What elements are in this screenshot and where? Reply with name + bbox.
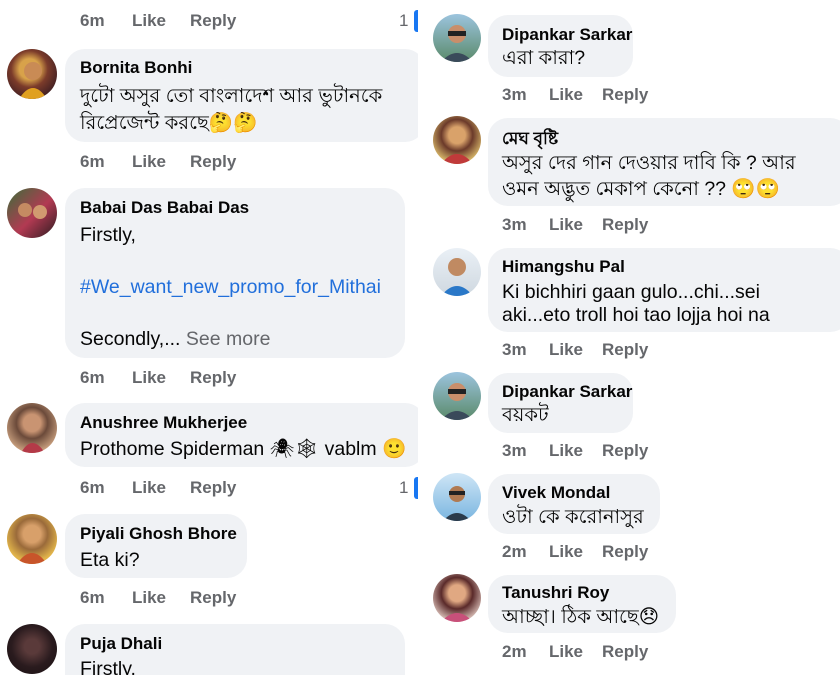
comment-time[interactable]: 2m <box>502 642 527 662</box>
avatar-photo-icon <box>441 383 473 420</box>
right-comments-panel: Dipankar Sarkar এরা কারা? 3m Like Reply … <box>424 0 840 675</box>
like-button[interactable]: Like <box>549 642 583 662</box>
comment-time[interactable]: 6m <box>80 588 105 608</box>
comment-author[interactable]: Tanushri Roy <box>502 583 609 603</box>
comment-time[interactable]: 3m <box>502 441 527 461</box>
comment-text: ওটা কে করোনাসুর <box>502 506 644 528</box>
avatar-photo-icon <box>19 62 47 99</box>
comment-text: দুটো অসুর তো বাংলাদেশ আর ভুটানকে <box>80 85 383 107</box>
like-button[interactable]: Like <box>549 85 583 105</box>
comment-text: এরা কারা? <box>502 47 586 69</box>
avatar[interactable] <box>7 188 57 238</box>
comment-text: aki...eto troll hoi tao lojja hoi na <box>502 304 770 326</box>
avatar-photo-icon <box>17 553 47 564</box>
reply-button[interactable]: Reply <box>602 542 648 562</box>
avatar-photo-icon <box>441 613 473 622</box>
comment-time[interactable]: 3m <box>502 340 527 360</box>
avatar[interactable] <box>7 403 57 453</box>
reply-button[interactable]: Reply <box>190 478 236 498</box>
comment-text: ওমন অদ্ভুত মেকাপ কেনো ?? 🙄🙄 <box>502 178 780 200</box>
comment-time[interactable]: 6m <box>80 368 105 388</box>
comment-text: Secondly,... See more <box>80 326 270 352</box>
comment-author[interactable]: Babai Das Babai Das <box>80 198 249 218</box>
like-button[interactable]: Like <box>132 478 166 498</box>
comment-author[interactable]: Vivek Mondal <box>502 483 610 503</box>
comment-actions: 3m Like Reply <box>502 85 802 107</box>
avatar-photo-icon <box>441 258 473 296</box>
comment-actions: 3m Like Reply <box>502 340 802 362</box>
reply-button[interactable]: Reply <box>190 588 236 608</box>
like-button[interactable]: Like <box>132 368 166 388</box>
comment-actions: 6m Like Reply <box>80 588 380 610</box>
avatar-photo-icon <box>441 154 473 164</box>
comment-text: Firstly, <box>80 658 136 675</box>
like-button[interactable]: Like <box>132 11 166 31</box>
like-button[interactable]: Like <box>549 340 583 360</box>
comment-author[interactable]: Anushree Mukherjee <box>80 413 247 433</box>
avatar-photo-icon <box>441 25 473 62</box>
comment-text: অসুর দের গান দেওয়ার দাবি কি ? আর <box>502 152 796 174</box>
avatar[interactable] <box>433 473 481 521</box>
comment-actions: 6m Like Reply <box>80 478 380 500</box>
like-button[interactable]: Like <box>132 152 166 172</box>
comment-text: Prothome Spiderman 🕷🕸 vablm 🙂 <box>80 438 407 460</box>
reply-button[interactable]: Reply <box>602 642 648 662</box>
avatar-photo-icon <box>443 486 471 521</box>
reply-button[interactable]: Reply <box>602 441 648 461</box>
avatar[interactable] <box>433 116 481 164</box>
like-button[interactable]: Like <box>549 542 583 562</box>
comment-actions: 6m Like Reply <box>80 152 380 174</box>
comment-actions: 6m Like Reply <box>80 11 418 33</box>
comment-text-truncated: Secondly,... <box>80 328 181 350</box>
comment-author[interactable]: Dipankar Sarkar <box>502 25 632 45</box>
avatar[interactable] <box>7 49 57 99</box>
hashtag-link[interactable]: #We_want_new_promo_for_Mithai <box>80 274 381 300</box>
comment-time[interactable]: 6m <box>80 11 105 31</box>
avatar[interactable] <box>7 514 57 564</box>
comment-text: বয়কট <box>502 404 549 426</box>
comment-time[interactable]: 6m <box>80 152 105 172</box>
comment-author[interactable]: Piyali Ghosh Bhore <box>80 524 237 544</box>
comment-text: Eta ki? <box>80 549 140 571</box>
comment-text: রিপ্রেজেন্ট করছে🤔🤔 <box>80 112 258 134</box>
comment-actions: 3m Like Reply <box>502 215 802 237</box>
avatar-photo-icon <box>18 203 47 219</box>
comment-time[interactable]: 2m <box>502 542 527 562</box>
comment-author[interactable]: Himangshu Pal <box>502 257 625 277</box>
left-comments-panel: 6m Like Reply 1 Bornita Bonhi দুটো অসুর … <box>0 0 418 675</box>
comment-actions: 6m Like Reply <box>80 368 380 390</box>
comment-author[interactable]: Dipankar Sarkar <box>502 382 632 402</box>
reply-button[interactable]: Reply <box>602 340 648 360</box>
reply-button[interactable]: Reply <box>190 368 236 388</box>
avatar[interactable] <box>433 574 481 622</box>
avatar[interactable] <box>433 248 481 296</box>
comment-author[interactable]: Puja Dhali <box>80 634 162 654</box>
avatar[interactable] <box>433 372 481 420</box>
avatar-photo-icon <box>21 443 45 453</box>
comment-actions: 2m Like Reply <box>502 542 802 564</box>
see-more-link[interactable]: See more <box>186 328 271 350</box>
comment-actions: 2m Like Reply <box>502 642 802 664</box>
comment-actions: 3m Like Reply <box>502 441 802 463</box>
comment-time[interactable]: 3m <box>502 215 527 235</box>
reply-button[interactable]: Reply <box>190 11 236 31</box>
comment-text: Firstly, <box>80 224 136 246</box>
reply-button[interactable]: Reply <box>602 215 648 235</box>
comment-time[interactable]: 6m <box>80 478 105 498</box>
comment-author[interactable]: Bornita Bonhi <box>80 58 192 78</box>
avatar[interactable] <box>433 14 481 62</box>
comment-text: আচ্ছা। ঠিক আছে😞 <box>502 606 660 628</box>
reply-button[interactable]: Reply <box>190 152 236 172</box>
avatar[interactable] <box>7 624 57 674</box>
reply-button[interactable]: Reply <box>602 85 648 105</box>
reaction-count[interactable]: 1 <box>399 11 408 31</box>
comment-time[interactable]: 3m <box>502 85 527 105</box>
like-button[interactable]: Like <box>549 215 583 235</box>
like-button[interactable]: Like <box>132 588 166 608</box>
like-button[interactable]: Like <box>549 441 583 461</box>
reaction-count[interactable]: 1 <box>399 478 408 498</box>
